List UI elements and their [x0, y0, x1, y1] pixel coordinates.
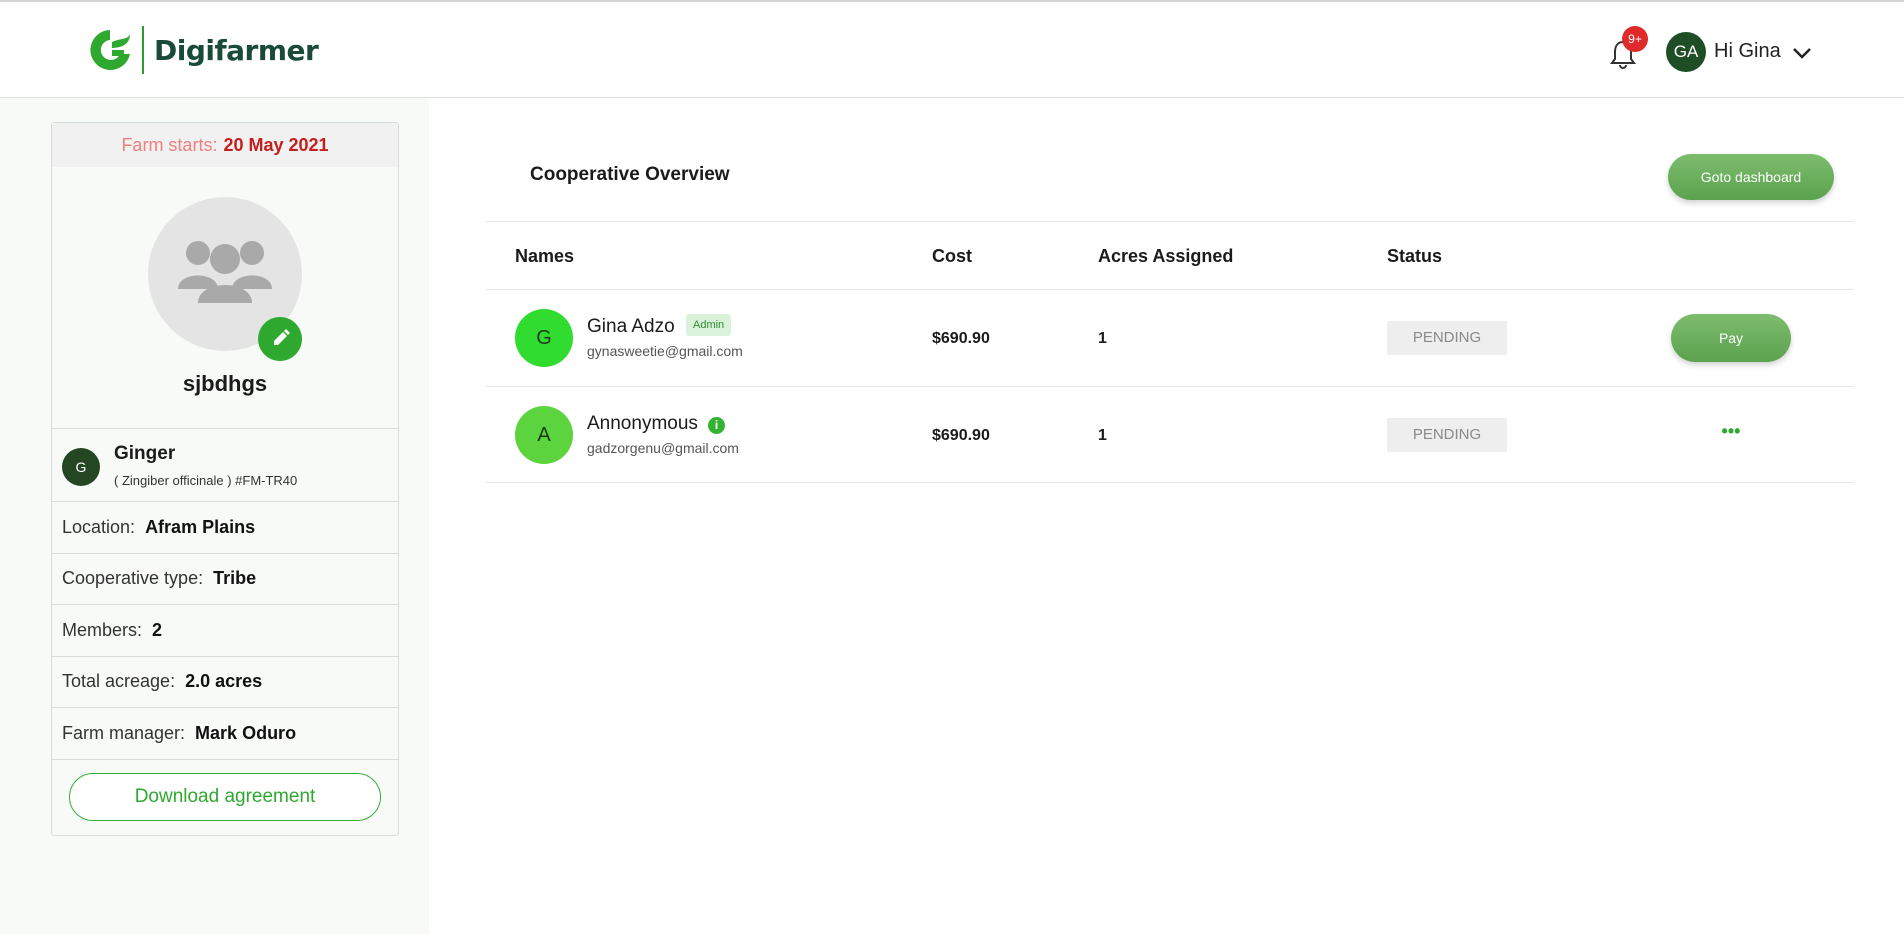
- status-badge: PENDING: [1387, 418, 1507, 452]
- edit-profile-button[interactable]: [258, 317, 302, 361]
- brand-logo[interactable]: Digifarmer: [86, 24, 319, 76]
- detail-location: Location: Afram Plains: [52, 502, 398, 554]
- user-greeting[interactable]: Hi Gina: [1714, 40, 1781, 63]
- column-header-acres: Acres Assigned: [1098, 246, 1234, 266]
- info-icon[interactable]: i: [708, 417, 725, 434]
- top-header: Digifarmer 9+ GA Hi Gina: [0, 2, 1904, 98]
- table-divider: [486, 482, 1854, 483]
- detail-label: Total acreage:: [62, 671, 176, 692]
- goto-dashboard-button[interactable]: Goto dashboard: [1668, 154, 1834, 200]
- member-email: gynasweetie@gmail.com: [587, 343, 743, 359]
- table-divider: [486, 386, 1854, 387]
- user-avatar[interactable]: GA: [1666, 32, 1706, 72]
- detail-value: Afram Plains: [145, 516, 256, 537]
- detail-label: Location:: [62, 516, 136, 537]
- detail-value: 2: [152, 619, 163, 640]
- crop-avatar: G: [62, 448, 100, 486]
- chevron-down-icon[interactable]: [1791, 42, 1813, 64]
- admin-badge: Admin: [686, 314, 732, 336]
- member-avatar: G: [515, 309, 573, 367]
- table-divider: [486, 289, 1854, 290]
- status-badge: PENDING: [1387, 321, 1507, 355]
- pay-button[interactable]: Pay: [1671, 314, 1791, 362]
- crop-info: G Ginger ( Zingiber officinale ) #FM-TR4…: [52, 429, 398, 502]
- column-header-cost: Cost: [932, 246, 972, 266]
- page-title: Cooperative Overview: [530, 164, 730, 185]
- profile-name: sjbdhgs: [182, 371, 268, 396]
- download-agreement-button[interactable]: Download agreement: [69, 773, 381, 821]
- table-divider: [486, 221, 1854, 222]
- more-options-button[interactable]: •••: [1716, 422, 1746, 446]
- farm-start-banner: Farm starts: 20 May 2021: [52, 123, 398, 167]
- detail-cooperative-type: Cooperative type: Tribe: [52, 554, 398, 605]
- member-cost: $690.90: [932, 330, 990, 347]
- detail-value: Mark Oduro: [195, 722, 297, 743]
- farm-start-date: 20 May 2021: [223, 135, 329, 155]
- column-header-status: Status: [1387, 246, 1443, 266]
- pencil-icon: [274, 329, 290, 345]
- notification-badge: 9+: [1622, 26, 1648, 52]
- member-name: Gina Adzo: [587, 316, 675, 337]
- member-avatar: A: [515, 406, 573, 464]
- detail-value: Tribe: [213, 568, 257, 589]
- member-acres: 1: [1098, 330, 1107, 347]
- detail-farm-manager: Farm manager: Mark Oduro: [52, 708, 398, 760]
- farm-start-label: Farm starts:: [121, 135, 218, 155]
- detail-label: Farm manager:: [62, 722, 186, 743]
- profile-section: sjbdhgs: [52, 167, 398, 429]
- detail-members: Members: 2: [52, 605, 398, 657]
- detail-label: Members:: [62, 619, 143, 640]
- detail-label: Cooperative type:: [62, 568, 204, 589]
- column-header-names: Names: [515, 246, 575, 266]
- brand-name: Digifarmer: [154, 33, 319, 67]
- detail-value: 2.0 acres: [185, 671, 263, 692]
- member-acres: 1: [1098, 427, 1107, 444]
- farm-profile-card: Farm starts: 20 May 2021 sjbdhgs G Ginge…: [51, 122, 399, 836]
- detail-total-acreage: Total acreage: 2.0 acres: [52, 657, 398, 708]
- member-cost: $690.90: [932, 427, 990, 444]
- crop-subtitle: ( Zingiber officinale ) #FM-TR40: [114, 473, 298, 488]
- logo-divider: [142, 26, 144, 74]
- leaf-logo-icon: [90, 30, 130, 70]
- member-email: gadzorgenu@gmail.com: [587, 440, 739, 456]
- member-name: Annonymous: [587, 413, 698, 434]
- crop-name: Ginger: [114, 443, 176, 464]
